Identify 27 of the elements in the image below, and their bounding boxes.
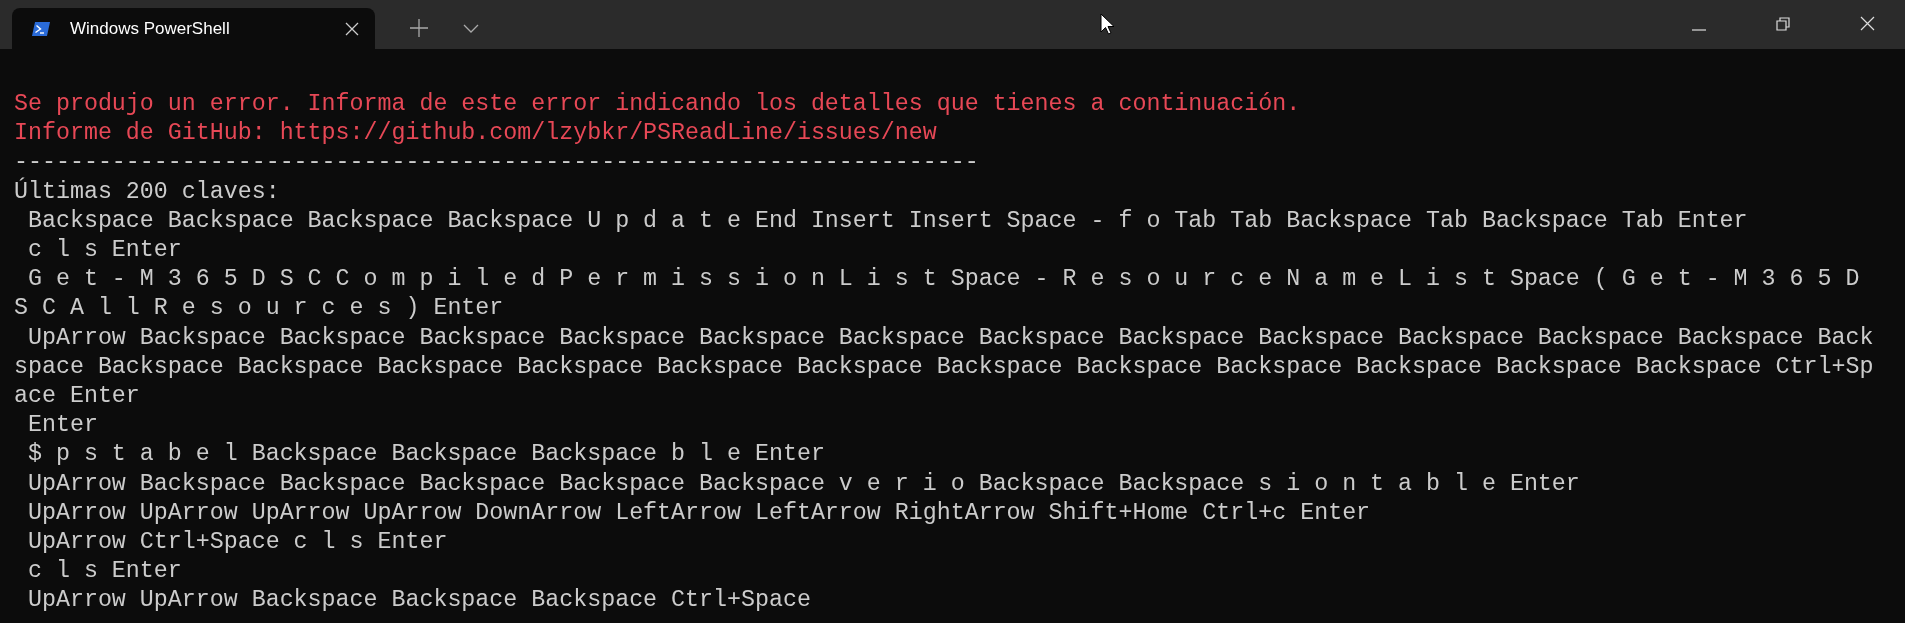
console-line: Últimas 200 claves:	[14, 177, 280, 207]
console-line: c l s Enter	[26, 557, 182, 587]
console-line: Backspace Backspace Backspace Backspace U p d a t e End Insert Insert Space - f o Tab Tab Backspace Tab Backspace Tab Enter	[26, 206, 1748, 236]
console-line: G e t - M 3 6 5 D S C C o m p i l e d P e r m i s s i o n L i s t Space - R e s o u r c e N a m e L i s t Space ( G e t - M 3 6 5 D	[26, 265, 1860, 295]
dropdown-caret-icon[interactable]	[463, 24, 479, 33]
new-tab-icon[interactable]	[410, 19, 428, 37]
console-line: Informe de GitHub: https://github.com/lzybkr/PSReadLine/issues/new	[14, 119, 937, 149]
restore-icon[interactable]	[1776, 17, 1790, 31]
tab-title: Windows PowerShell	[70, 18, 231, 39]
powershell-icon	[32, 20, 50, 37]
console-line: ace Enter	[14, 382, 140, 412]
close-icon[interactable]	[1860, 16, 1875, 31]
console-line: Enter	[26, 411, 98, 441]
console-line: UpArrow Backspace Backspace Backspace Backspace Backspace Backspace Backspace Backspace Backspace Backspace Backspace Backspace Back	[26, 323, 1874, 353]
console-line: UpArrow Backspace Backspace Backspace Backspace Backspace v e r i o Backspace Backspace s i o n t a b l e Enter	[26, 469, 1580, 499]
console-line: Se produjo un error. Informa de este error indicando los detalles que tienes a continuación.	[14, 90, 1301, 119]
console-line: UpArrow UpArrow UpArrow UpArrow DownArrow LeftArrow LeftArrow RightArrow Shift+Home Ctrl+c Enter	[26, 498, 1371, 528]
console-line: S C A l l R e s o u r c e s ) Enter	[14, 294, 504, 324]
console-line: ---------------------------------------------------------------------	[14, 148, 979, 177]
mouse-pointer-icon	[1100, 13, 1115, 35]
close-tab-icon[interactable]	[345, 21, 359, 36]
console-line: UpArrow UpArrow Backspace Backspace Backspace Ctrl+Space	[26, 586, 811, 616]
console-line: $ p s t a b e l Backspace Backspace Backspace b l e Enter	[26, 440, 825, 470]
tab[interactable]: Windows PowerShell	[12, 8, 375, 49]
console-line: UpArrow Ctrl+Space c l s Enter	[26, 528, 448, 558]
console-line: c l s Enter	[26, 236, 182, 265]
console-line: space Backspace Backspace Backspace Backspace Backspace Backspace Backspace Backspace Backspace Backspace Backspace Backspace Ctrl+Sp	[14, 352, 1874, 382]
